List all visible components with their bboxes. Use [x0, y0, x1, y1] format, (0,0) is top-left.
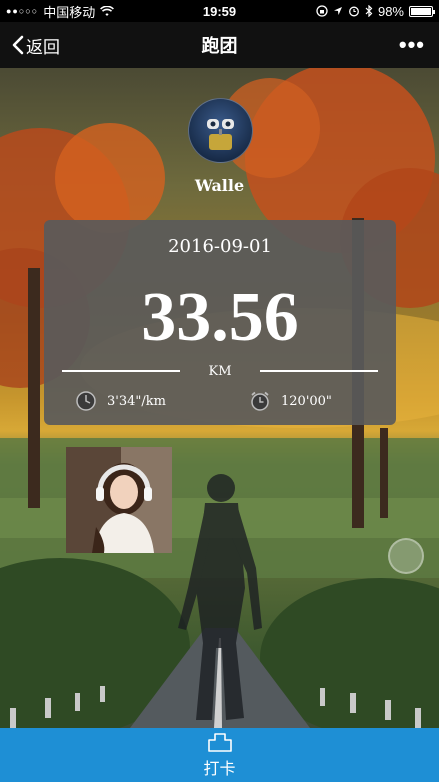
- more-menu-button[interactable]: •••: [399, 32, 425, 58]
- clock-icon: [76, 391, 96, 411]
- distance-unit-row: KM: [62, 363, 378, 379]
- page-title: 跑团: [201, 36, 238, 56]
- duration-metric: 120'00": [249, 390, 332, 412]
- run-distance: 33.56: [141, 279, 299, 356]
- status-bar: ●●○○○ 中国移动 19:59 98%: [0, 0, 439, 22]
- battery-icon: [409, 5, 435, 17]
- run-stats-card: 2016-09-01 33.56 KM 3'34"/km 120'00": [44, 220, 396, 425]
- floating-assistive-button[interactable]: [388, 538, 424, 574]
- divider-left: [62, 370, 181, 372]
- check-in-button[interactable]: 打卡: [0, 728, 439, 782]
- back-label: 返回: [26, 37, 60, 57]
- distance-unit: KM: [208, 363, 232, 379]
- photo-image: [66, 447, 172, 553]
- nav-bar: 返回 跑团 •••: [0, 22, 439, 68]
- pace-metric: 3'34"/km: [75, 390, 166, 412]
- run-photo[interactable]: [66, 447, 172, 553]
- carrier-label: 中国移动: [43, 4, 96, 20]
- bluetooth-icon: [365, 5, 373, 17]
- wifi-icon: [100, 5, 115, 16]
- user-avatar[interactable]: [188, 98, 253, 163]
- status-left: ●●○○○ 中国移动: [6, 2, 115, 21]
- status-right: 98%: [316, 3, 435, 19]
- run-date: 2016-09-01: [168, 236, 272, 257]
- robot-avatar-icon: [207, 119, 234, 150]
- back-button[interactable]: 返回: [12, 33, 60, 58]
- check-in-label: 打卡: [203, 761, 236, 778]
- rotation-lock-icon: [316, 5, 328, 17]
- check-in-icon: [207, 733, 232, 752]
- alarm-icon: [349, 6, 359, 17]
- location-icon: [333, 7, 342, 15]
- pace-value: 3'34"/km: [107, 393, 166, 409]
- battery-percent: 98%: [377, 3, 404, 19]
- chevron-left-icon: [12, 35, 24, 55]
- alarm-clock-icon: [251, 391, 269, 411]
- username: Walle: [194, 176, 245, 195]
- duration-value: 120'00": [281, 393, 332, 409]
- divider-right: [259, 370, 378, 372]
- signal-dots-icon: ●●○○○: [6, 6, 39, 16]
- run-metrics: 3'34"/km 120'00": [44, 390, 396, 414]
